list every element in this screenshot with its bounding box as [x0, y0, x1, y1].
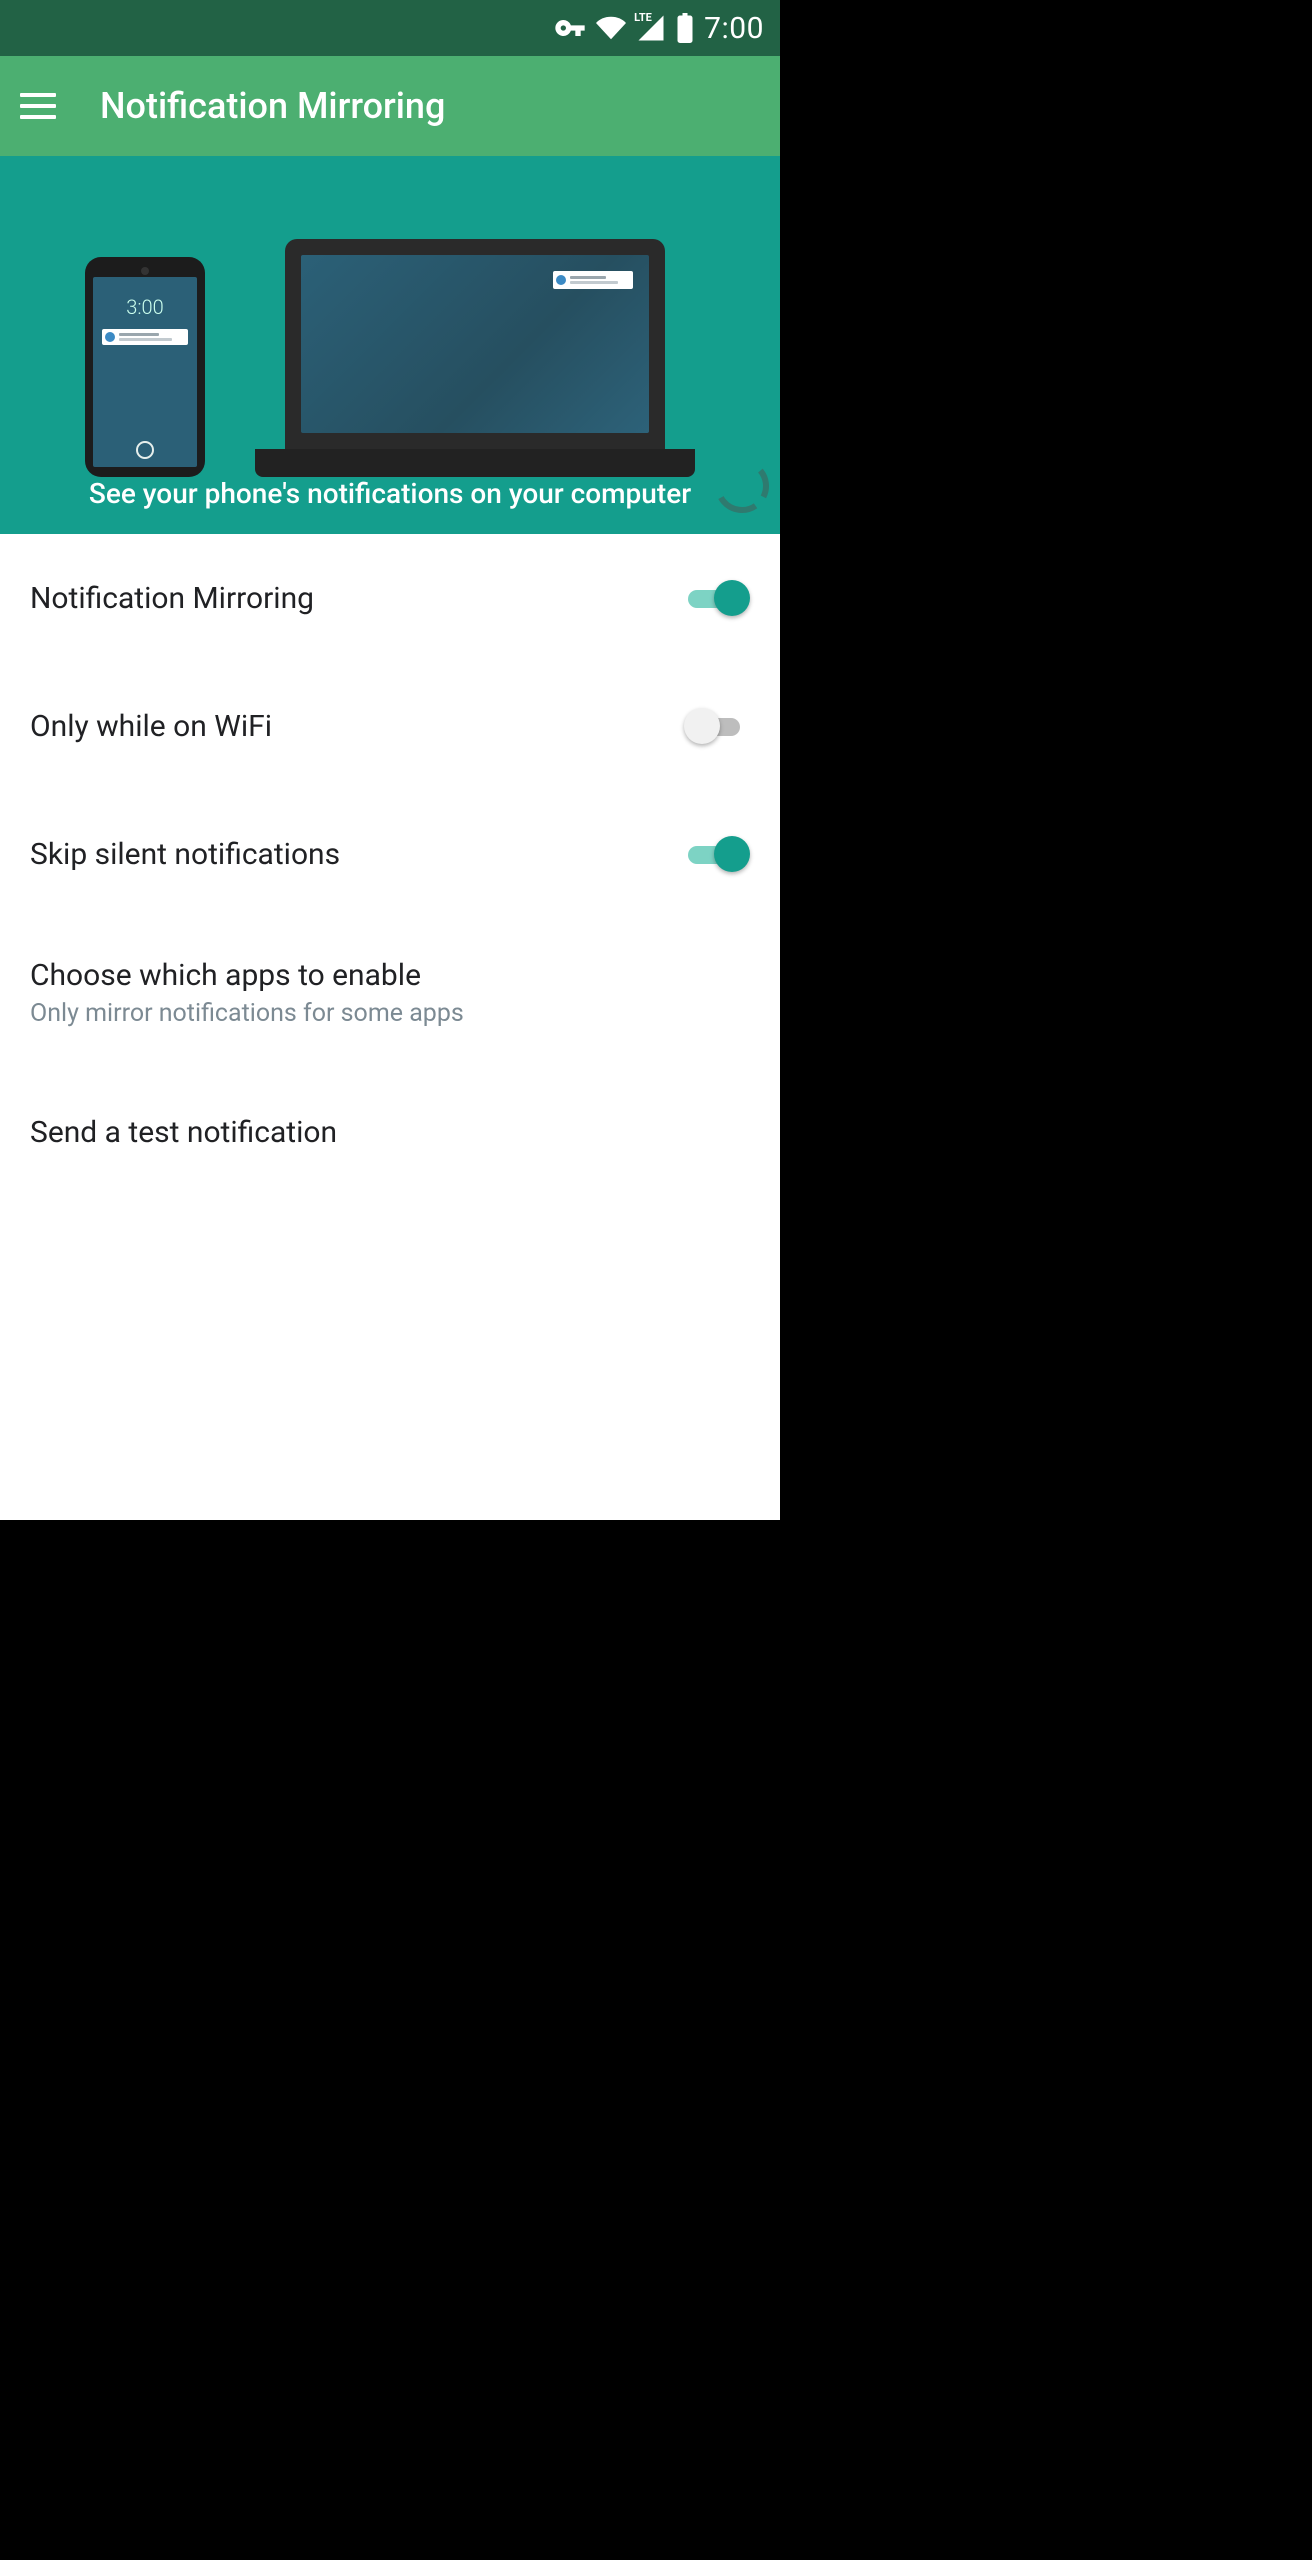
setting-notification-mirroring[interactable]: Notification Mirroring — [0, 534, 780, 662]
setting-send-test[interactable]: Send a test notification — [0, 1068, 780, 1196]
toggle-only-wifi[interactable] — [688, 708, 750, 744]
vpn-key-icon — [554, 12, 586, 44]
setting-choose-apps[interactable]: Choose which apps to enable Only mirror … — [0, 918, 780, 1068]
status-time: 7:00 — [704, 11, 764, 46]
setting-title: Send a test notification — [30, 1115, 337, 1150]
laptop-notification-icon — [553, 271, 633, 289]
setting-skip-silent[interactable]: Skip silent notifications — [0, 790, 780, 918]
setting-only-wifi[interactable]: Only while on WiFi — [0, 662, 780, 790]
hero: 3:00 See your phone's not — [0, 156, 780, 534]
phone-illustration: 3:00 — [85, 257, 205, 477]
toggle-skip-silent[interactable] — [688, 836, 750, 872]
menu-icon[interactable] — [20, 86, 60, 126]
setting-title: Skip silent notifications — [30, 837, 340, 872]
setting-subtitle: Only mirror notifications for some apps — [30, 999, 464, 1028]
battery-icon — [676, 13, 694, 43]
page-title: Notification Mirroring — [100, 85, 445, 127]
hero-illustration: 3:00 — [85, 156, 695, 477]
setting-title: Notification Mirroring — [30, 581, 314, 616]
setting-title: Choose which apps to enable — [30, 958, 464, 993]
phone-time: 3:00 — [126, 295, 163, 319]
laptop-illustration — [255, 239, 695, 477]
lte-label: LTE — [634, 11, 652, 24]
toggle-notification-mirroring[interactable] — [688, 580, 750, 616]
hero-caption: See your phone's notifications on your c… — [89, 477, 691, 510]
cellular-signal-icon: LTE — [636, 13, 666, 43]
status-bar: LTE 7:00 — [0, 0, 780, 56]
loading-spinner-icon — [714, 458, 770, 514]
setting-title: Only while on WiFi — [30, 709, 272, 744]
phone-notification-icon — [102, 329, 187, 345]
wifi-icon — [596, 13, 626, 43]
settings-list: Notification Mirroring Only while on WiF… — [0, 534, 780, 1196]
phone-home-icon — [136, 441, 154, 459]
screen: LTE 7:00 Notification Mirroring 3:00 — [0, 0, 780, 1520]
app-bar: Notification Mirroring — [0, 56, 780, 156]
